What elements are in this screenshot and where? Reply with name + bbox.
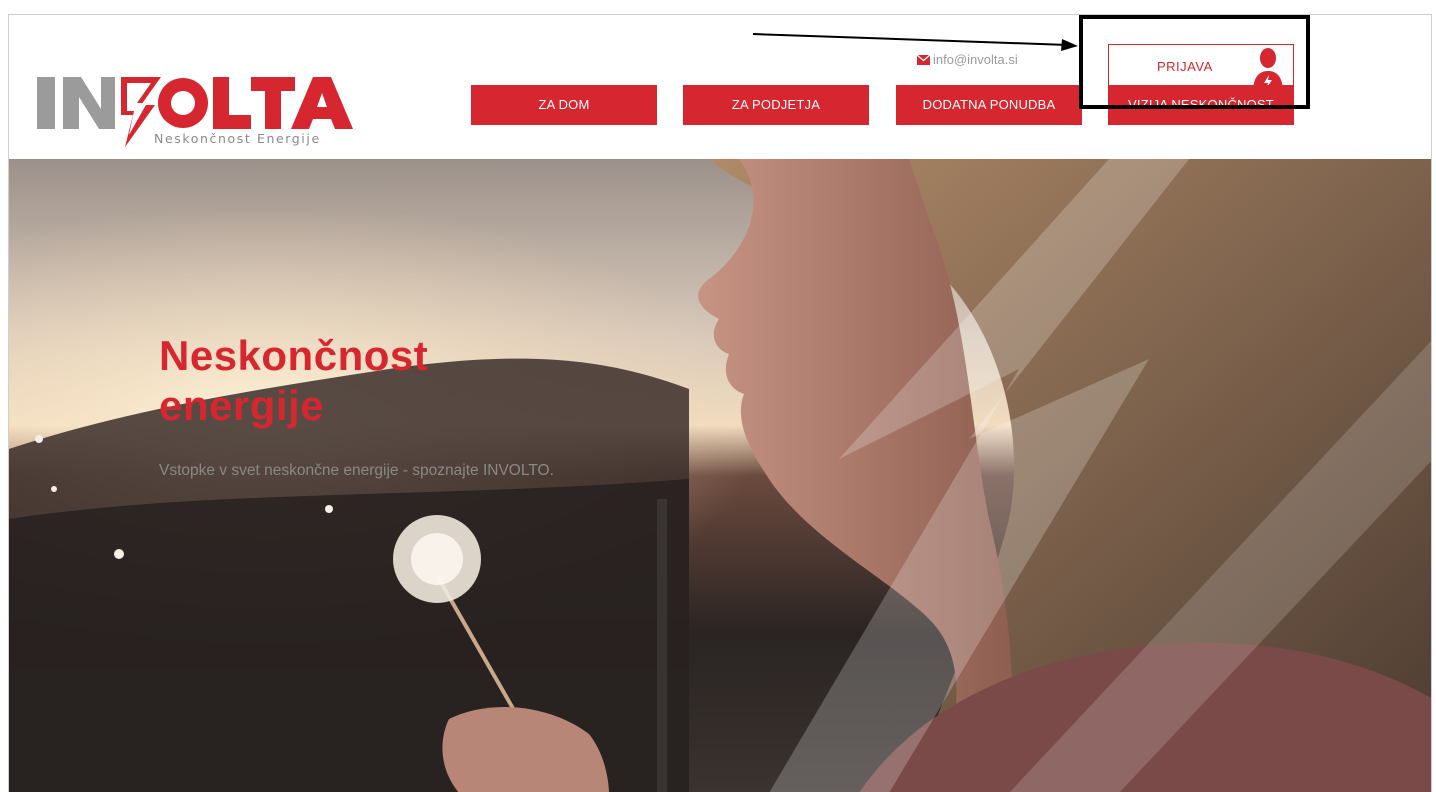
hero-title: Neskončnost energije xyxy=(159,332,429,429)
email-text: info@involta.si xyxy=(933,52,1018,67)
logo-tagline: Neskončnost Energije xyxy=(154,131,321,146)
envelope-icon xyxy=(917,54,930,65)
hero-subtitle: Vstopke v svet neskončne energije - spoz… xyxy=(159,462,554,479)
nav-za-podjetja[interactable]: ZA PODJETJA xyxy=(683,85,869,125)
involta-logo[interactable]: Neskončnost Energije xyxy=(37,65,357,155)
nav-label: ZA PODJETJA xyxy=(731,97,821,112)
site-header: Neskončnost Energije info@involta.si PRI… xyxy=(9,15,1431,159)
nav-label: VIZIJA NESKONČNOST xyxy=(1128,97,1274,112)
nav-dodatna-ponudba[interactable]: DODATNA PONUDBA xyxy=(896,85,1082,125)
nav-za-dom[interactable]: ZA DOM xyxy=(471,85,657,125)
nav-vizija-neskoncnost[interactable]: VIZIJA NESKONČNOST xyxy=(1108,85,1294,125)
contact-email[interactable]: info@involta.si xyxy=(917,52,1018,67)
login-label: PRIJAVA xyxy=(1157,59,1213,74)
nav-label: DODATNA PONUDBA xyxy=(922,97,1056,112)
nav-label: ZA DOM xyxy=(538,97,590,112)
browser-viewport: Neskončnost Energije info@involta.si PRI… xyxy=(8,14,1432,792)
hero-banner: Neskončnost energije Vstopke v svet nesk… xyxy=(9,159,1431,792)
